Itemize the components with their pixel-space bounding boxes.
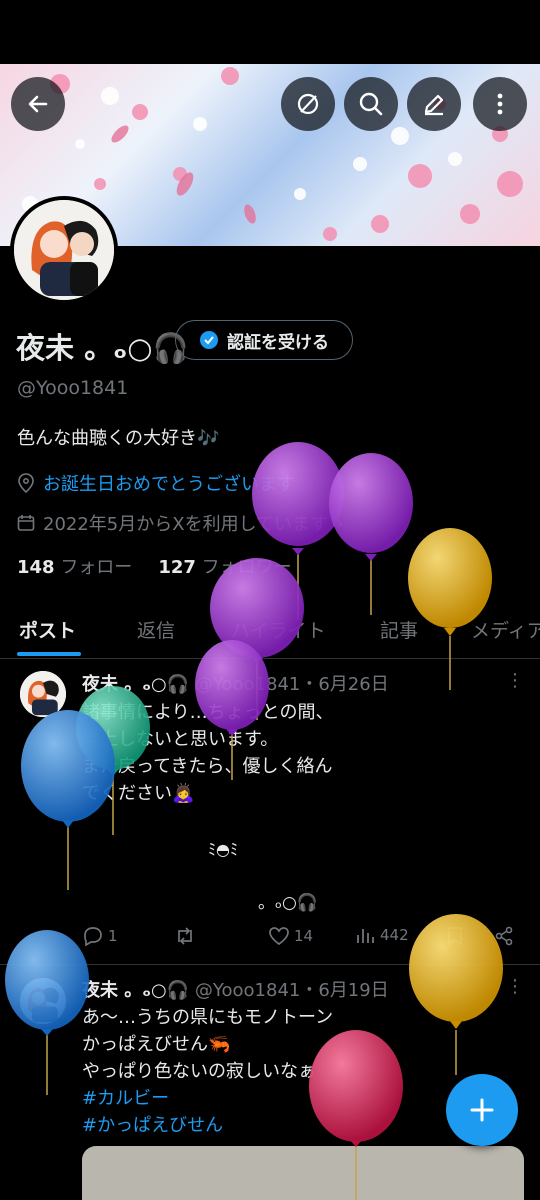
- compose-post-button[interactable]: [446, 1074, 518, 1146]
- balloon-red: [309, 1030, 403, 1200]
- balloon-blue: [21, 710, 115, 890]
- balloon-purple: [195, 640, 269, 780]
- balloon-yellow: [408, 528, 492, 690]
- plus-icon: [470, 1098, 494, 1122]
- balloon-purple: [329, 453, 413, 615]
- birthday-balloons-overlay: [5, 442, 503, 1200]
- balloon-yellow: [409, 914, 503, 1075]
- balloon-blue: [5, 930, 89, 1095]
